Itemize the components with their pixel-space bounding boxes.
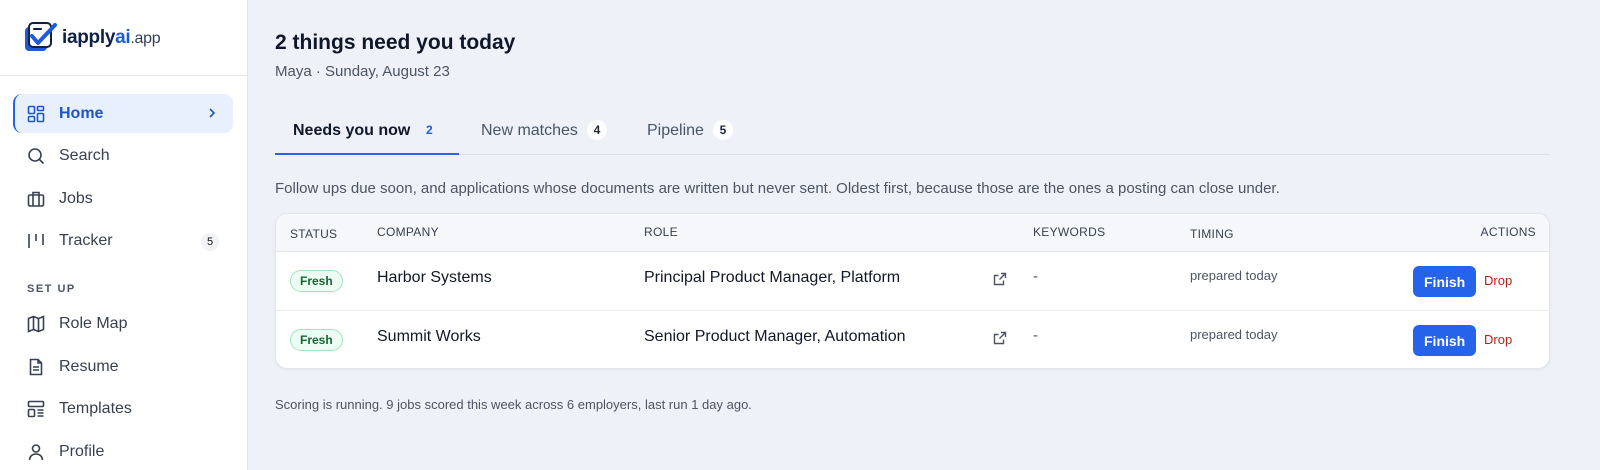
kanban-icon [26, 231, 46, 251]
tab-label: New matches [481, 122, 578, 139]
sidebar-item-templates[interactable]: Templates [13, 390, 233, 429]
scoring-status-note: Scoring is running. 9 jobs scored this w… [275, 397, 752, 412]
sidebar: iapplyai.app Home Search Jobs Tracker 5 … [0, 0, 248, 470]
timing-value: prepared today [1190, 268, 1278, 283]
sidebar-item-label: Resume [59, 357, 119, 375]
tab-count-badge: 4 [586, 120, 607, 140]
dashboard-icon [26, 104, 46, 124]
sidebar-item-label: Home [59, 104, 104, 122]
main-content: 2 things need you today Maya · Sunday, A… [248, 0, 1600, 470]
company-name: Harbor Systems [377, 269, 492, 286]
briefcase-icon [26, 189, 46, 209]
map-icon [26, 314, 46, 334]
chevron-right-icon [209, 108, 216, 118]
drop-button[interactable]: Drop [1484, 273, 1512, 288]
column-header-status[interactable]: STATUS [290, 227, 337, 241]
logo[interactable]: iapplyai.app [0, 0, 247, 76]
table-row[interactable]: Fresh Summit Works Senior Product Manage… [276, 311, 1549, 368]
page-title: 2 things need you today [275, 31, 516, 54]
tab-bar: Needs you now 2 New matches 4 Pipeline 5 [275, 114, 1550, 155]
sidebar-item-home[interactable]: Home [13, 94, 233, 133]
external-link-icon[interactable] [992, 271, 1008, 287]
sidebar-nav: Home Search Jobs Tracker 5 SET UP Role M… [0, 76, 247, 470]
sidebar-item-label: Search [59, 147, 110, 164]
sidebar-item-label: Role Map [59, 315, 128, 332]
table-header: STATUS COMPANY ROLE KEYWORDS TIMING ACTI… [276, 214, 1549, 252]
page-subtitle: Maya · Sunday, August 23 [275, 63, 450, 80]
tab-count-badge: 2 [426, 123, 433, 137]
sidebar-item-tracker[interactable]: Tracker 5 [13, 222, 233, 261]
column-header-role[interactable]: ROLE [644, 225, 678, 239]
table-row[interactable]: Fresh Harbor Systems Principal Product M… [276, 252, 1549, 311]
sidebar-item-label: Profile [59, 442, 105, 460]
tracker-count-badge: 5 [201, 232, 219, 251]
role-title: Principal Product Manager, Platform [644, 269, 901, 286]
drop-button[interactable]: Drop [1484, 332, 1512, 347]
sidebar-item-label: Tracker [59, 232, 113, 249]
column-header-timing[interactable]: TIMING [1190, 227, 1234, 241]
external-link-icon[interactable] [992, 330, 1008, 346]
sidebar-item-search[interactable]: Search [13, 137, 233, 176]
company-name: Summit Works [377, 328, 481, 345]
tab-label: Needs you now [293, 122, 411, 139]
brand-name: iapplyai.app [62, 26, 161, 48]
document-icon [26, 357, 46, 377]
tasks-table: STATUS COMPANY ROLE KEYWORDS TIMING ACTI… [275, 213, 1550, 369]
role-title: Senior Product Manager, Automation [644, 328, 906, 345]
status-badge: Fresh [290, 270, 343, 292]
column-header-actions: ACTIONS [1480, 225, 1536, 239]
sidebar-item-label: Jobs [59, 189, 93, 207]
sidebar-item-label: Templates [59, 400, 132, 417]
keywords-value: - [1033, 327, 1038, 344]
finish-button[interactable]: Finish [1413, 266, 1477, 297]
user-icon [26, 442, 46, 462]
sidebar-item-profile[interactable]: Profile [13, 432, 233, 470]
sidebar-item-role-map[interactable]: Role Map [13, 305, 233, 344]
section-label-setup: SET UP [27, 282, 76, 295]
logo-icon [25, 21, 57, 51]
sidebar-item-jobs[interactable]: Jobs [13, 179, 233, 218]
keywords-value: - [1033, 268, 1038, 285]
finish-button[interactable]: Finish [1413, 325, 1477, 356]
search-icon [26, 146, 46, 166]
sidebar-item-resume[interactable]: Resume [13, 347, 233, 386]
column-header-keywords[interactable]: KEYWORDS [1033, 225, 1105, 239]
status-badge: Fresh [290, 329, 343, 351]
tab-count-badge: 5 [712, 120, 733, 140]
timing-value: prepared today [1190, 327, 1278, 342]
column-header-company[interactable]: COMPANY [377, 225, 439, 239]
tab-description: Follow ups due soon, and applications wh… [275, 180, 1280, 197]
tab-label: Pipeline [647, 122, 704, 139]
tab-pipeline[interactable]: Pipeline 5 [630, 114, 830, 155]
tab-new-matches[interactable]: New matches 4 [459, 114, 630, 155]
tab-needs-you-now[interactable]: Needs you now 2 [275, 114, 459, 155]
layout-icon [26, 399, 46, 419]
